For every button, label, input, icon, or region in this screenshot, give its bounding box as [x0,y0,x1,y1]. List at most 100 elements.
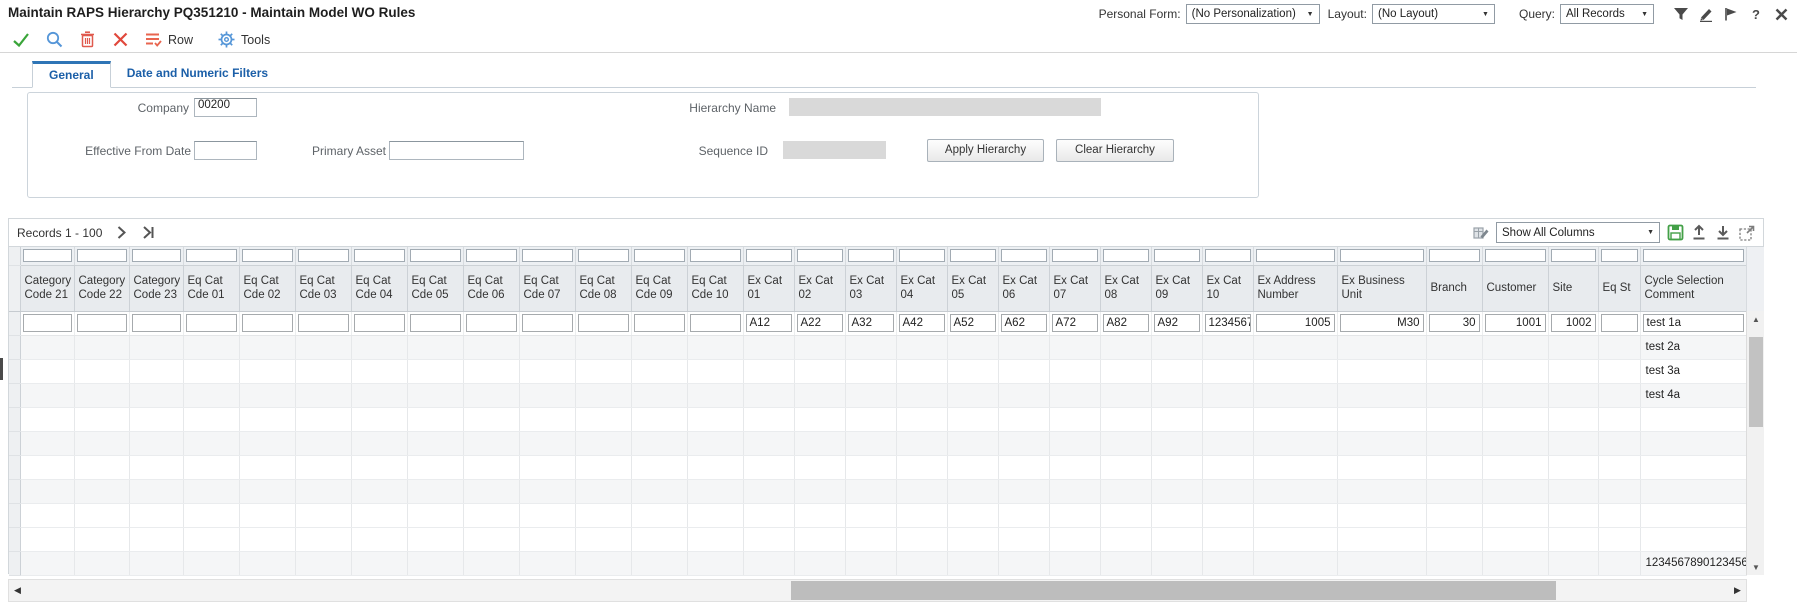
close-x-icon[interactable] [1771,5,1791,23]
vertical-scrollbar[interactable]: ▲ ▼ [1746,311,1764,575]
qbe-filter-input[interactable] [242,249,293,262]
column-header-category-code-21[interactable]: Category Code 21 [20,265,74,311]
query-select[interactable]: All Records ▼ [1560,4,1654,24]
column-header-eq-cat-cde-04[interactable]: Eq Cat Cde 04 [351,265,407,311]
column-header-ex-cat-03[interactable]: Ex Cat 03 [845,265,896,311]
qbe-filter-input[interactable] [1429,249,1480,262]
qbe-filter-input[interactable] [1340,249,1424,262]
grid-cell-eq-cat-cde-01[interactable] [183,311,239,335]
column-header-ex-business-unit[interactable]: Ex Business Unit [1337,265,1426,311]
column-header-ex-cat-07[interactable]: Ex Cat 07 [1049,265,1100,311]
flag-icon[interactable] [1721,5,1741,23]
column-header-ex-cat-04[interactable]: Ex Cat 04 [896,265,947,311]
qbe-filter-input[interactable] [1103,249,1149,262]
column-header-eq-st[interactable]: Eq St [1598,265,1640,311]
grid-cell-eq-cat-cde-08[interactable] [575,311,631,335]
column-header-ex-cat-06[interactable]: Ex Cat 06 [998,265,1049,311]
horizontal-scrollbar[interactable]: ◀ ▶ [8,579,1747,602]
column-header-ex-cat-08[interactable]: Ex Cat 08 [1100,265,1151,311]
column-header-eq-cat-cde-10[interactable]: Eq Cat Cde 10 [687,265,743,311]
qbe-filter-input[interactable] [132,249,181,262]
delete-icon[interactable] [78,31,96,49]
column-header-site[interactable]: Site [1548,265,1598,311]
grid-cell-eq-cat-cde-05[interactable] [407,311,463,335]
row-selector[interactable] [9,551,20,575]
qbe-filter-input[interactable] [466,249,517,262]
column-header-ex-cat-05[interactable]: Ex Cat 05 [947,265,998,311]
layout-select[interactable]: (No Layout) ▼ [1372,4,1495,24]
company-field[interactable]: 00200 [194,98,257,117]
grid-cell-category-code-21[interactable] [20,311,74,335]
primary-asset-field[interactable] [389,141,524,160]
row-selector[interactable] [9,503,20,527]
grid-cell-ex-cat-03[interactable]: A32 [845,311,896,335]
qbe-filter-input[interactable] [1643,249,1744,262]
qbe-filter-input[interactable] [1205,249,1251,262]
row-selector[interactable] [9,455,20,479]
qbe-filter-input[interactable] [746,249,792,262]
column-header-eq-cat-cde-03[interactable]: Eq Cat Cde 03 [295,265,351,311]
scroll-right-icon[interactable]: ▶ [1729,580,1746,601]
grid-cell-ex-cat-07[interactable]: A72 [1049,311,1100,335]
tools-menu[interactable]: Tools [217,31,270,49]
column-header-eq-cat-cde-02[interactable]: Eq Cat Cde 02 [239,265,295,311]
qbe-filter-input[interactable] [1001,249,1047,262]
column-header-eq-cat-cde-01[interactable]: Eq Cat Cde 01 [183,265,239,311]
column-header-ex-cat-02[interactable]: Ex Cat 02 [794,265,845,311]
edit-grid-icon[interactable] [1472,224,1490,242]
row-selector[interactable] [9,407,20,431]
horizontal-scroll-thumb[interactable] [791,581,1556,600]
grid-cell-eq-cat-cde-06[interactable] [463,311,519,335]
column-header-eq-cat-cde-07[interactable]: Eq Cat Cde 07 [519,265,575,311]
close-icon[interactable] [111,31,129,49]
scroll-down-icon[interactable]: ▼ [1747,559,1765,575]
qbe-filter-input[interactable] [1551,249,1596,262]
scroll-left-icon[interactable]: ◀ [9,580,26,601]
filter-icon[interactable] [1671,5,1691,23]
import-icon[interactable] [1714,224,1732,242]
next-page-icon[interactable] [112,225,130,241]
grid-cell-ex-cat-05[interactable]: A52 [947,311,998,335]
qbe-filter-input[interactable] [950,249,996,262]
maximize-grid-icon[interactable] [1738,224,1756,242]
last-page-icon[interactable] [140,225,158,241]
qbe-filter-input[interactable] [186,249,237,262]
column-header-ex-cat-01[interactable]: Ex Cat 01 [743,265,794,311]
column-header-eq-cat-cde-09[interactable]: Eq Cat Cde 09 [631,265,687,311]
qbe-filter-input[interactable] [899,249,945,262]
ok-check-icon[interactable] [12,31,30,49]
row-selector[interactable] [9,383,20,407]
tab-date-and-numeric-filters[interactable]: Date and Numeric Filters [111,60,284,87]
find-icon[interactable] [45,31,63,49]
save-grid-icon[interactable] [1666,224,1684,242]
column-header-eq-cat-cde-08[interactable]: Eq Cat Cde 08 [575,265,631,311]
grid-cell-branch[interactable]: 30 [1426,311,1482,335]
grid-cell-ex-cat-09[interactable]: A92 [1151,311,1202,335]
grid-cell-ex-cat-01[interactable]: A12 [743,311,794,335]
grid-cell-eq-cat-cde-02[interactable] [239,311,295,335]
row-menu[interactable]: Row [144,31,193,49]
qbe-filter-input[interactable] [298,249,349,262]
grid-cell-eq-cat-cde-10[interactable] [687,311,743,335]
export-icon[interactable] [1690,224,1708,242]
grid-cell-cycle-selection-comment[interactable]: test 1a [1640,311,1746,335]
grid-cell-ex-cat-06[interactable]: A62 [998,311,1049,335]
grid-cell-eq-cat-cde-09[interactable] [631,311,687,335]
qbe-filter-input[interactable] [410,249,461,262]
scroll-up-icon[interactable]: ▲ [1747,311,1765,327]
qbe-filter-input[interactable] [1154,249,1200,262]
grid-cell-ex-business-unit[interactable]: M30 [1337,311,1426,335]
clear-hierarchy-button[interactable]: Clear Hierarchy [1056,139,1174,162]
grid-cell-customer[interactable]: 1001 [1482,311,1548,335]
pen-icon[interactable] [1696,5,1716,23]
help-icon[interactable]: ? [1746,5,1766,23]
grid-cell-category-code-23[interactable] [129,311,183,335]
qbe-filter-input[interactable] [690,249,741,262]
qbe-filter-input[interactable] [354,249,405,262]
apply-hierarchy-button[interactable]: Apply Hierarchy [927,139,1044,162]
qbe-filter-input[interactable] [1601,249,1638,262]
column-header-category-code-22[interactable]: Category Code 22 [74,265,129,311]
grid-cell-eq-cat-cde-04[interactable] [351,311,407,335]
grid-cell-eq-cat-cde-03[interactable] [295,311,351,335]
row-selector[interactable] [9,527,20,551]
